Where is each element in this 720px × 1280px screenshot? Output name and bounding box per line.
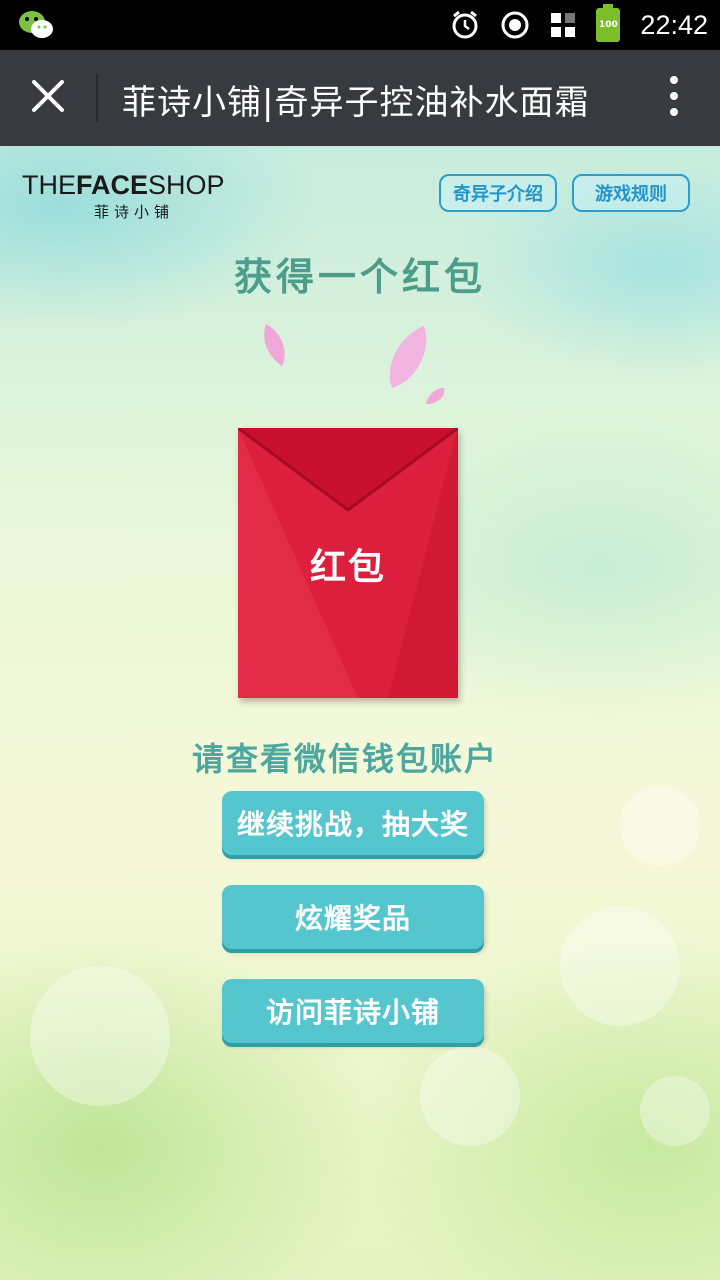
visit-store-button[interactable]: 访问菲诗小铺 [222,979,484,1043]
alarm-icon [452,10,478,39]
petal-decoration [426,388,445,404]
red-envelope[interactable]: 红包 [238,428,458,698]
status-bar: 100 22:42 [0,0,720,50]
battery-icon: 100 [596,4,621,42]
wechat-icon [19,11,53,38]
show-prize-button[interactable]: 炫耀奖品 [222,885,484,949]
brand-logo: THEFACESHOP 菲诗小铺 [22,170,225,221]
wallet-notice: 请查看微信钱包账户 [191,740,498,778]
more-menu-icon[interactable] [668,76,680,120]
title-bar: 菲诗小铺|奇异子控油补水面霜 [0,50,720,146]
continue-challenge-button[interactable]: 继续挑战，抽大奖 [222,791,484,855]
headline: 获得一个红包 [233,255,486,299]
intro-button[interactable]: 奇异子介绍 [439,174,557,212]
title-divider [96,74,98,122]
close-icon[interactable] [26,74,70,118]
sync-icon [501,11,529,39]
petal-decoration [389,326,427,388]
game-page: THEFACESHOP 菲诗小铺 奇异子介绍 游戏规则 获得一个红包 红包 请查… [0,146,720,1280]
petal-decoration [264,324,285,366]
page-title: 菲诗小铺|奇异子控油补水面霜 [122,83,590,123]
grid-icon [551,13,576,37]
envelope-label: 红包 [309,547,386,588]
rules-button[interactable]: 游戏规则 [572,174,690,212]
clock: 22:42 [640,9,708,40]
